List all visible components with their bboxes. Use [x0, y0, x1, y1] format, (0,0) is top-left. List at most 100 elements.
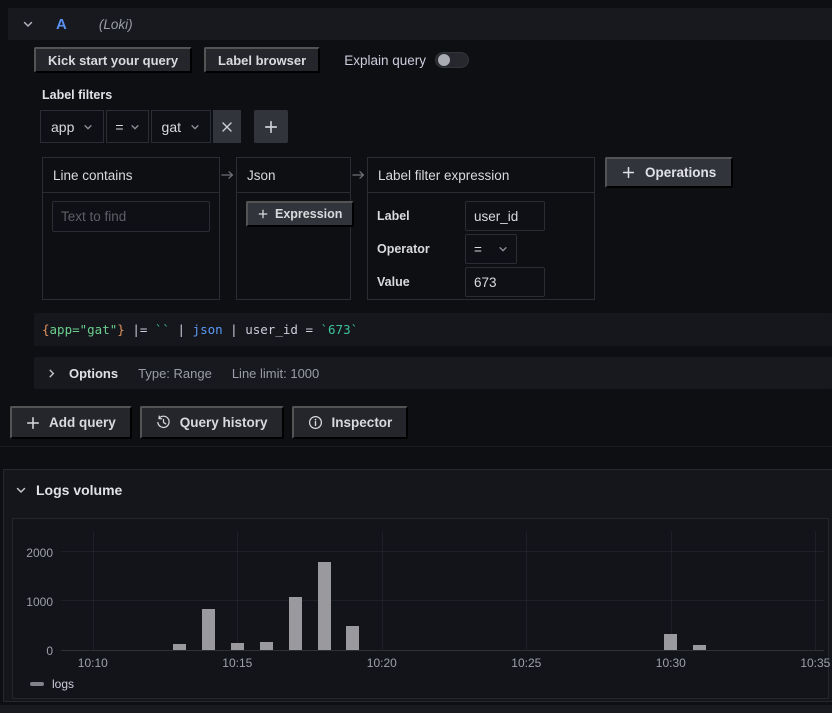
- x-tick-label: 10:10: [78, 656, 108, 670]
- options-type: Type: Range: [138, 366, 212, 381]
- operation-line-contains: Line contains: [42, 157, 220, 300]
- volume-bar: [346, 626, 359, 650]
- logs-volume-title: Logs volume: [36, 482, 122, 498]
- plus-icon: [264, 120, 278, 134]
- explain-query-toggle[interactable]: [435, 52, 469, 68]
- filter-value-select[interactable]: gat: [151, 110, 211, 143]
- query-token: ``: [155, 322, 170, 337]
- chevron-down-icon: [15, 484, 27, 496]
- volume-bar: [231, 643, 244, 650]
- explore-actions: Add query Query history Inspector: [10, 406, 408, 439]
- explain-query-label: Explain query: [344, 53, 426, 68]
- value-field-input[interactable]: [465, 267, 545, 297]
- field-label: Label: [377, 209, 465, 223]
- query-token: |: [170, 322, 193, 337]
- query-token: |: [223, 322, 246, 337]
- options-expander[interactable]: Options Type: Range Line limit: 1000: [34, 357, 832, 389]
- plus-icon: [622, 166, 635, 179]
- options-title: Options: [69, 366, 118, 381]
- volume-bar: [173, 644, 186, 650]
- x-axis-labels: 10:1010:1510:2010:2510:3010:35: [61, 656, 824, 672]
- add-label-filter-button[interactable]: [254, 110, 288, 143]
- logs-volume-panel: Logs volume 0 1000 2000 10:10 10:15 10:20 10:…: [3, 469, 832, 702]
- history-icon: [156, 415, 171, 430]
- query-toolbar: Kick start your query Label browser Expl…: [34, 47, 469, 73]
- x-gridline: [671, 531, 672, 650]
- inspector-button[interactable]: Inspector: [292, 406, 409, 439]
- filter-operator-select[interactable]: =: [106, 110, 148, 143]
- operation-title: Line contains: [43, 158, 219, 193]
- volume-bar: [260, 642, 273, 650]
- arrow-right-icon: [351, 157, 367, 192]
- query-token: }: [117, 322, 125, 337]
- section-divider: [0, 446, 832, 447]
- y-tick-label: 0: [46, 644, 53, 658]
- query-token: `673`: [321, 322, 359, 337]
- volume-bar: [318, 562, 331, 650]
- legend-item-logs[interactable]: logs: [30, 677, 74, 691]
- x-tick-label: 10:35: [800, 656, 830, 670]
- y-tick-label: 1000: [26, 595, 53, 609]
- x-tick-label: 10:30: [656, 656, 686, 670]
- query-preview: {app="gat"} |= `` | json | user_id = `67…: [34, 313, 832, 346]
- query-token: app="gat": [50, 322, 118, 337]
- operation-title: Label filter expression: [368, 158, 594, 193]
- y-tick-label: 2000: [26, 546, 53, 560]
- close-icon: [221, 121, 233, 133]
- y-gridline: [61, 551, 824, 552]
- label-filters-row: app = gat: [40, 110, 288, 143]
- x-tick-label: 10:20: [367, 656, 397, 670]
- label-browser-button[interactable]: Label browser: [204, 47, 320, 73]
- logs-volume-header[interactable]: Logs volume: [15, 482, 122, 498]
- options-line-limit: Line limit: 1000: [232, 366, 319, 381]
- add-query-button[interactable]: Add query: [10, 406, 132, 439]
- query-token: |=: [125, 322, 155, 337]
- filter-label-select[interactable]: app: [40, 110, 104, 143]
- operation-title: Json: [237, 158, 350, 193]
- volume-bar: [202, 609, 215, 650]
- arrow-right-icon: [220, 157, 236, 192]
- label-filters-title: Label filters: [42, 88, 112, 102]
- kick-start-query-button[interactable]: Kick start your query: [34, 47, 192, 73]
- add-expression-button[interactable]: Expression: [246, 201, 354, 227]
- query-text: {app="gat"} |= `` | json | user_id = `67…: [42, 322, 358, 337]
- volume-bar: [693, 645, 706, 650]
- next-panel-edge: [0, 705, 832, 713]
- operation-label-filter-expression: Label filter expression Label Operator =…: [367, 157, 595, 300]
- chevron-down-icon: [130, 122, 140, 132]
- info-circle-icon: [308, 415, 323, 430]
- chevron-right-icon: [46, 368, 57, 379]
- query-token: {: [42, 322, 50, 337]
- chart-plot-area[interactable]: [61, 531, 824, 651]
- plus-icon: [258, 209, 268, 219]
- remove-filter-button[interactable]: [213, 110, 241, 143]
- query-history-button[interactable]: Query history: [140, 406, 284, 439]
- operation-json: Json Expression: [236, 157, 351, 300]
- label-field-input[interactable]: [465, 201, 545, 231]
- y-axis-labels: 010002000: [13, 531, 53, 651]
- y-gridline: [61, 600, 824, 601]
- field-label: Value: [377, 275, 465, 289]
- x-tick-label: 10:25: [511, 656, 541, 670]
- chevron-down-icon: [190, 122, 200, 132]
- logs-volume-chart: 0 1000 2000 10:10 10:15 10:20 10:25 10:30 10:35…: [12, 518, 829, 699]
- collapse-query-row-icon[interactable]: [22, 18, 34, 30]
- line-contains-input[interactable]: [52, 201, 210, 232]
- operator-select[interactable]: =: [465, 234, 517, 264]
- x-gridline: [93, 531, 94, 650]
- volume-bar: [289, 597, 302, 650]
- x-gridline: [815, 531, 816, 650]
- x-tick-label: 10:15: [222, 656, 252, 670]
- query-row-header: A (Loki): [8, 8, 832, 40]
- add-operations-button[interactable]: Operations: [605, 157, 733, 188]
- x-gridline: [382, 531, 383, 650]
- plus-icon: [26, 416, 40, 430]
- legend-series-marker: [30, 682, 44, 686]
- datasource-hint: (Loki): [99, 17, 133, 32]
- volume-bar: [664, 634, 677, 650]
- query-token: json: [193, 322, 223, 337]
- chevron-down-icon: [498, 244, 508, 254]
- x-gridline: [526, 531, 527, 650]
- legend-series-label: logs: [52, 677, 74, 691]
- chevron-down-icon: [83, 122, 93, 132]
